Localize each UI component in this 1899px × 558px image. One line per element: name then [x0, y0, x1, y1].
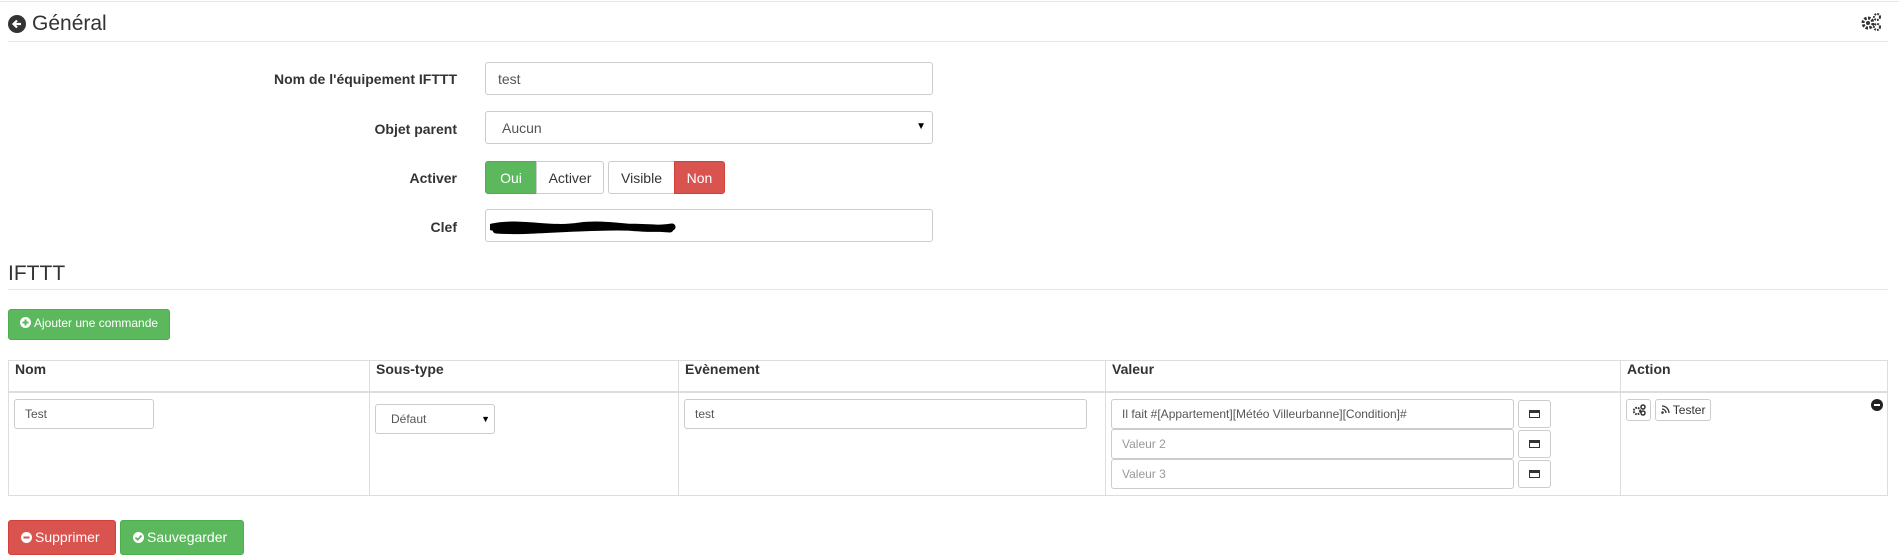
- key-field[interactable]: [485, 209, 933, 242]
- activer-text-button[interactable]: Activer: [536, 161, 604, 194]
- visible-no-button[interactable]: Non: [674, 161, 725, 194]
- caret-down-icon: ▼: [916, 121, 926, 132]
- subtype-select[interactable]: Défaut ▼: [375, 404, 495, 434]
- value1-input[interactable]: Il fait #[Appartement][Météo Villeurbann…: [1111, 399, 1514, 429]
- cell-nom: Test: [8, 391, 370, 496]
- column-header-nom: Nom: [8, 360, 370, 393]
- event-input[interactable]: test: [684, 399, 1087, 429]
- minus-circle-icon[interactable]: [1871, 399, 1883, 411]
- rss-icon: [1661, 405, 1673, 417]
- configure-command-button[interactable]: [1626, 399, 1651, 421]
- delete-button[interactable]: Supprimer: [8, 520, 116, 555]
- delete-label: Supprimer: [35, 529, 100, 545]
- command-name-input[interactable]: Test: [14, 399, 154, 429]
- cell-action: Tester: [1620, 391, 1888, 496]
- activer-yes-button[interactable]: Oui: [485, 161, 537, 194]
- cell-sous-type: Défaut ▼: [369, 391, 679, 496]
- save-label: Sauvegarder: [147, 529, 228, 545]
- column-header-evenement: Evènement: [678, 360, 1106, 393]
- top-divider: [0, 1, 1899, 2]
- parent-select[interactable]: Aucun ▼: [485, 111, 933, 144]
- commands-table: Nom Sous-type Evènement Valeur Action Te…: [8, 360, 1888, 496]
- list-alt-icon[interactable]: [1518, 460, 1551, 488]
- redacted-key-scribble: [488, 217, 680, 240]
- parent-select-value: Aucun: [502, 120, 542, 136]
- name-field[interactable]: test: [485, 62, 933, 95]
- save-button[interactable]: Sauvegarder: [120, 520, 244, 555]
- key-label: Clef: [430, 219, 457, 235]
- caret-down-icon: ▼: [481, 414, 490, 424]
- back-arrow-icon[interactable]: [8, 15, 26, 33]
- check-circle-icon: [133, 532, 144, 543]
- table-row: Test Défaut ▼ test Il fait #[Appartement…: [8, 391, 1888, 496]
- general-legend: Général: [8, 12, 1888, 42]
- column-header-sous-type: Sous-type: [369, 360, 679, 393]
- test-command-label: Tester: [1672, 403, 1706, 417]
- activer-label: Activer: [409, 170, 457, 186]
- page-title: Général: [32, 12, 107, 35]
- test-command-button[interactable]: Tester: [1655, 399, 1712, 421]
- parent-label: Objet parent: [374, 121, 457, 137]
- ifttt-section-title: IFTTT: [8, 262, 1888, 290]
- name-label: Nom de l'équipement IFTTT: [274, 71, 457, 87]
- gears-icon[interactable]: [1860, 12, 1882, 37]
- plus-circle-icon: [20, 317, 31, 328]
- list-alt-icon[interactable]: [1518, 400, 1551, 428]
- cell-evenement: test: [678, 391, 1106, 496]
- add-command-button[interactable]: Ajouter une commande: [8, 309, 171, 340]
- list-alt-icon[interactable]: [1518, 430, 1551, 458]
- subtype-select-value: Défaut: [391, 412, 427, 426]
- value3-input[interactable]: Valeur 3: [1111, 459, 1514, 489]
- gears-icon: [1632, 404, 1646, 416]
- table-header-row: Nom Sous-type Evènement Valeur Action: [8, 360, 1888, 393]
- minus-circle-icon: [21, 532, 32, 543]
- column-header-action: Action: [1620, 360, 1888, 393]
- add-command-label: Ajouter une commande: [34, 316, 159, 330]
- cell-valeur: Il fait #[Appartement][Météo Villeurbann…: [1105, 391, 1621, 496]
- visible-text-button[interactable]: Visible: [608, 161, 675, 194]
- column-header-valeur: Valeur: [1105, 360, 1621, 393]
- value2-input[interactable]: Valeur 2: [1111, 429, 1514, 459]
